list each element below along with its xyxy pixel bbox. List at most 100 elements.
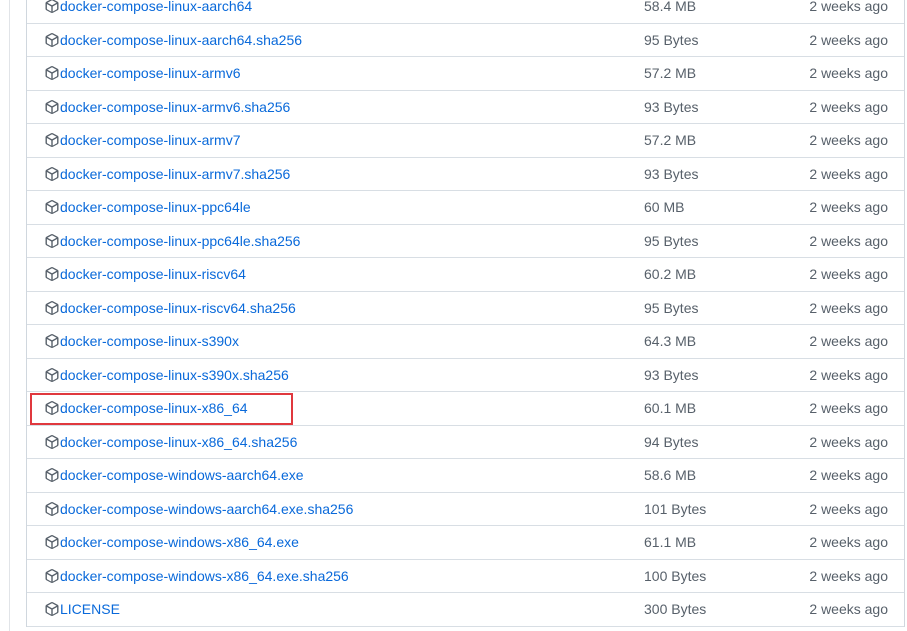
asset-download-link[interactable]: docker-compose-linux-s390x.sha256	[60, 368, 289, 382]
package-icon	[44, 333, 60, 349]
asset-updated-time: 2 weeks ago	[809, 232, 888, 249]
asset-download-link[interactable]: docker-compose-windows-aarch64.exe	[60, 468, 304, 482]
package-icon	[44, 233, 60, 249]
asset-updated-time: 2 weeks ago	[809, 299, 888, 316]
asset-name-cell: docker-compose-linux-ppc64le.sha256	[44, 225, 300, 258]
package-icon	[44, 32, 60, 48]
asset-name-cell: docker-compose-windows-x86_64.exe	[44, 526, 299, 559]
asset-download-link[interactable]: docker-compose-linux-aarch64.sha256	[60, 33, 302, 47]
package-icon	[44, 300, 60, 316]
asset-row: docker-compose-linux-aarch64 58.4 MB 2 w…	[27, 0, 904, 24]
asset-size: 93 Bytes	[644, 165, 699, 182]
asset-name-cell: docker-compose-windows-aarch64.exe	[44, 459, 304, 492]
asset-updated-time: 2 weeks ago	[809, 132, 888, 149]
asset-updated-time: 2 weeks ago	[809, 65, 888, 82]
asset-row: docker-compose-linux-ppc64le.sha256 95 B…	[27, 225, 904, 258]
asset-size: 57.2 MB	[644, 65, 697, 82]
asset-size: 61.1 MB	[644, 534, 697, 551]
asset-size: 100 Bytes	[644, 567, 707, 584]
asset-updated-time: 2 weeks ago	[809, 98, 888, 115]
asset-name-cell: docker-compose-linux-s390x	[44, 325, 239, 358]
asset-name-cell: docker-compose-linux-armv7	[44, 124, 241, 157]
asset-updated-time: 2 weeks ago	[809, 601, 888, 618]
asset-download-link[interactable]: docker-compose-linux-ppc64le	[60, 200, 251, 214]
package-icon	[44, 534, 60, 550]
asset-size: 95 Bytes	[644, 299, 699, 316]
asset-updated-time: 2 weeks ago	[809, 534, 888, 551]
asset-name-cell: docker-compose-linux-armv6	[44, 57, 241, 90]
asset-size: 60 MB	[644, 199, 685, 216]
asset-row: docker-compose-linux-aarch64.sha256 95 B…	[27, 24, 904, 57]
asset-size: 58.6 MB	[644, 467, 697, 484]
asset-download-link[interactable]: docker-compose-windows-x86_64.exe	[60, 535, 299, 549]
package-icon	[44, 266, 60, 282]
asset-updated-time: 2 weeks ago	[809, 500, 888, 517]
asset-size: 95 Bytes	[644, 232, 699, 249]
asset-size: 93 Bytes	[644, 366, 699, 383]
asset-name-cell: docker-compose-linux-riscv64.sha256	[44, 292, 296, 325]
page-left-border	[9, 0, 10, 631]
package-icon	[44, 99, 60, 115]
package-icon	[44, 467, 60, 483]
asset-row: docker-compose-linux-armv6.sha256 93 Byt…	[27, 91, 904, 124]
asset-row: docker-compose-windows-aarch64.exe 58.6 …	[27, 459, 904, 493]
asset-download-link[interactable]: docker-compose-linux-aarch64	[60, 0, 252, 13]
asset-download-link[interactable]: docker-compose-linux-armv6	[60, 66, 241, 80]
asset-download-link[interactable]: docker-compose-linux-armv7.sha256	[60, 167, 290, 181]
asset-download-link[interactable]: docker-compose-linux-armv6.sha256	[60, 100, 290, 114]
package-icon	[44, 601, 60, 617]
asset-updated-time: 2 weeks ago	[809, 567, 888, 584]
asset-row: docker-compose-linux-x86_64.sha256 94 By…	[27, 426, 904, 459]
asset-updated-time: 2 weeks ago	[809, 266, 888, 283]
asset-download-link[interactable]: docker-compose-linux-x86_64.sha256	[60, 435, 297, 449]
asset-size: 101 Bytes	[644, 500, 707, 517]
asset-updated-time: 2 weeks ago	[809, 0, 888, 15]
asset-row: docker-compose-linux-armv6 57.2 MB 2 wee…	[27, 57, 904, 91]
asset-row: LICENSE 300 Bytes 2 weeks ago	[27, 593, 904, 627]
asset-download-link[interactable]: docker-compose-linux-riscv64.sha256	[60, 301, 296, 315]
asset-name-cell: docker-compose-linux-s390x.sha256	[44, 359, 289, 392]
asset-name-cell: docker-compose-linux-x86_64	[44, 392, 248, 425]
asset-name-cell: docker-compose-windows-x86_64.exe.sha256	[44, 560, 349, 593]
package-icon	[44, 367, 60, 383]
asset-download-link[interactable]: docker-compose-linux-riscv64	[60, 267, 246, 281]
asset-download-link[interactable]: docker-compose-linux-x86_64	[60, 401, 248, 415]
asset-updated-time: 2 weeks ago	[809, 467, 888, 484]
asset-name-cell: docker-compose-linux-armv6.sha256	[44, 91, 290, 124]
asset-row: docker-compose-linux-riscv64.sha256 95 B…	[27, 292, 904, 325]
package-icon	[44, 0, 60, 14]
package-icon	[44, 65, 60, 81]
asset-row: docker-compose-linux-ppc64le 60 MB 2 wee…	[27, 191, 904, 225]
asset-row: docker-compose-windows-x86_64.exe 61.1 M…	[27, 526, 904, 560]
asset-updated-time: 2 weeks ago	[809, 366, 888, 383]
package-icon	[44, 132, 60, 148]
asset-size: 94 Bytes	[644, 433, 699, 450]
asset-name-cell: docker-compose-linux-riscv64	[44, 258, 246, 291]
asset-download-link[interactable]: docker-compose-windows-x86_64.exe.sha256	[60, 569, 349, 583]
release-assets-list: docker-compose-linux-aarch64 58.4 MB 2 w…	[26, 0, 905, 627]
asset-download-link[interactable]: LICENSE	[60, 602, 120, 616]
asset-download-link[interactable]: docker-compose-windows-aarch64.exe.sha25…	[60, 502, 353, 516]
package-icon	[44, 400, 60, 416]
asset-download-link[interactable]: docker-compose-linux-s390x	[60, 334, 239, 348]
asset-row: docker-compose-windows-aarch64.exe.sha25…	[27, 493, 904, 526]
asset-size: 60.1 MB	[644, 400, 697, 417]
asset-download-link[interactable]: docker-compose-linux-armv7	[60, 133, 241, 147]
asset-row: docker-compose-linux-s390x.sha256 93 Byt…	[27, 359, 904, 392]
asset-updated-time: 2 weeks ago	[809, 333, 888, 350]
asset-name-cell: docker-compose-linux-aarch64	[44, 0, 252, 23]
asset-name-cell: docker-compose-linux-ppc64le	[44, 191, 251, 224]
asset-download-link[interactable]: docker-compose-linux-ppc64le.sha256	[60, 234, 300, 248]
asset-size: 300 Bytes	[644, 601, 707, 618]
asset-size: 57.2 MB	[644, 132, 697, 149]
asset-size: 95 Bytes	[644, 31, 699, 48]
asset-row: docker-compose-linux-x86_64 60.1 MB 2 we…	[27, 392, 904, 426]
asset-size: 64.3 MB	[644, 333, 697, 350]
package-icon	[44, 199, 60, 215]
asset-row: docker-compose-windows-x86_64.exe.sha256…	[27, 560, 904, 593]
package-icon	[44, 501, 60, 517]
asset-updated-time: 2 weeks ago	[809, 31, 888, 48]
asset-name-cell: docker-compose-linux-aarch64.sha256	[44, 24, 302, 57]
asset-row: docker-compose-linux-armv7 57.2 MB 2 wee…	[27, 124, 904, 158]
asset-updated-time: 2 weeks ago	[809, 400, 888, 417]
